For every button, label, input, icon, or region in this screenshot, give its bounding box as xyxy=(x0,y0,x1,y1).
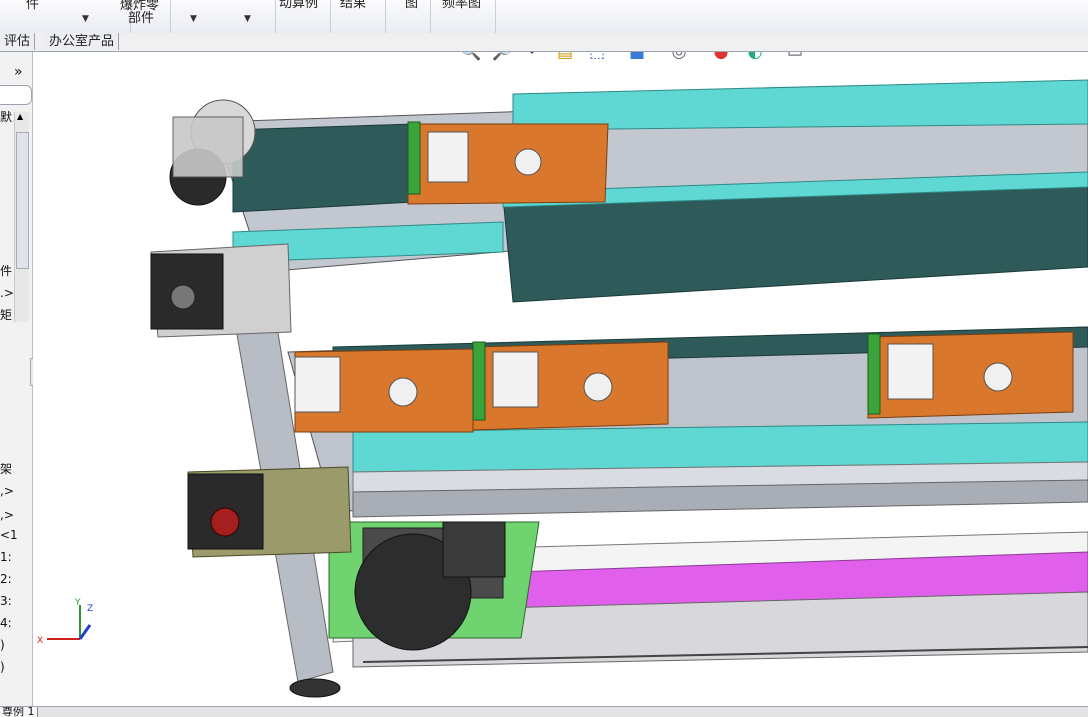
chevron-down-icon[interactable]: ▼ xyxy=(82,14,89,24)
doc-tab-strip: 评估 办公室产品 xyxy=(0,33,1088,52)
clamp-block xyxy=(427,131,469,183)
leveling-foot xyxy=(289,678,341,698)
tree-item[interactable]: .> xyxy=(0,286,14,300)
tab-evaluate[interactable]: 评估 xyxy=(0,33,36,50)
green-stop-bar xyxy=(472,341,486,421)
ribbon-group-6[interactable]: 图 xyxy=(385,0,431,33)
scrollbar-thumb[interactable] xyxy=(16,132,29,269)
tree-item[interactable]: ) xyxy=(0,660,5,674)
ribbon-label-7: 频率图 xyxy=(442,0,482,11)
feature-tree-panel: » 默 ▲ 件 .> 矩 架 ,> ,> <1 1: 2: 3: 4: ) ) … xyxy=(0,52,40,706)
clamp-block xyxy=(492,351,539,408)
zoom-to-fit-icon[interactable]: 🔍 xyxy=(459,52,483,64)
tree-item[interactable]: 4: xyxy=(0,616,12,630)
ribbon-label-6: 图 xyxy=(405,0,419,11)
ribbon-group-3[interactable]: ▼ ▼ xyxy=(170,0,276,33)
previous-view-icon[interactable]: ↶ xyxy=(523,52,547,64)
status-bar: 尊例 1 xyxy=(0,706,1088,717)
tree-item[interactable]: 3: xyxy=(0,594,12,608)
chevron-down-icon[interactable]: ▼ xyxy=(190,14,197,24)
clamp-block xyxy=(294,356,341,413)
display-style-icon[interactable]: ■ xyxy=(625,52,649,64)
clamp-block xyxy=(887,343,934,400)
zoom-area-icon[interactable]: 🔎 xyxy=(491,52,515,64)
triad-z-label: Z xyxy=(87,604,93,614)
tree-item[interactable]: 件 xyxy=(0,262,12,279)
ribbon-group-1[interactable]: 件 ▼ xyxy=(0,0,131,33)
scroll-up-icon[interactable]: ▲ xyxy=(17,112,23,121)
tree-item-default[interactable]: 默 xyxy=(0,108,12,125)
tree-item[interactable]: 架 xyxy=(0,460,12,477)
graphics-viewport[interactable]: 🔍 🔎 ↶ ▤ ⬚ ■ ◎ ● ◐ ▭ Y Z X xyxy=(33,52,1088,706)
tree-item[interactable]: <1 xyxy=(0,528,18,542)
hide-show-items-icon[interactable]: ◎ xyxy=(667,52,691,64)
ribbon-group-2[interactable]: 爆炸零 部件 xyxy=(120,0,171,33)
green-stop-bar xyxy=(867,333,881,415)
reference-triad: Y Z X xyxy=(37,598,93,646)
tree-item[interactable]: ) xyxy=(0,638,5,652)
ribbon-label-2b: 部件 xyxy=(128,11,155,26)
ribbon-label-1: 件 xyxy=(26,0,40,12)
triad-x-label: X xyxy=(37,636,43,646)
tree-filter-input[interactable] xyxy=(0,85,32,105)
upper-chain-track xyxy=(232,123,414,213)
apply-scene-icon[interactable]: ◐ xyxy=(743,52,767,64)
command-ribbon: 件 ▼ 爆炸零 部件 ▼ ▼ 动算例 结果 图 频率图 xyxy=(0,0,1088,34)
green-stop-bar xyxy=(407,121,421,195)
tree-item[interactable]: ,> xyxy=(0,508,14,522)
upper-teal-cover xyxy=(512,79,1088,131)
tab-office-products[interactable]: 办公室产品 xyxy=(45,33,120,50)
view-orientation-icon[interactable]: ⬚ xyxy=(585,52,609,64)
tree-item[interactable]: 矩 xyxy=(0,306,12,323)
tree-item[interactable]: 2: xyxy=(0,572,12,586)
tree-scrollbar[interactable]: ▲ xyxy=(14,112,29,322)
motor-gearbox xyxy=(442,521,506,578)
collapse-panel-icon[interactable]: » xyxy=(14,64,23,80)
view-settings-icon[interactable]: ▭ xyxy=(783,52,807,64)
ribbon-label-4: 动算例 xyxy=(279,0,319,11)
edit-appearance-icon[interactable]: ● xyxy=(709,52,733,64)
ribbon-group-4[interactable]: 动算例 xyxy=(275,0,331,33)
assembly-model xyxy=(150,79,1088,698)
tree-item[interactable]: 1: xyxy=(0,550,12,564)
ribbon-label-5: 结果 xyxy=(340,0,367,11)
ribbon-group-5[interactable]: 结果 xyxy=(330,0,386,33)
triad-y-label: Y xyxy=(74,598,81,608)
tree-item[interactable]: ,> xyxy=(0,484,14,498)
chevron-down-icon[interactable]: ▼ xyxy=(244,14,251,24)
ribbon-group-7[interactable]: 频率图 xyxy=(430,0,496,33)
section-view-icon[interactable]: ▤ xyxy=(553,52,577,64)
